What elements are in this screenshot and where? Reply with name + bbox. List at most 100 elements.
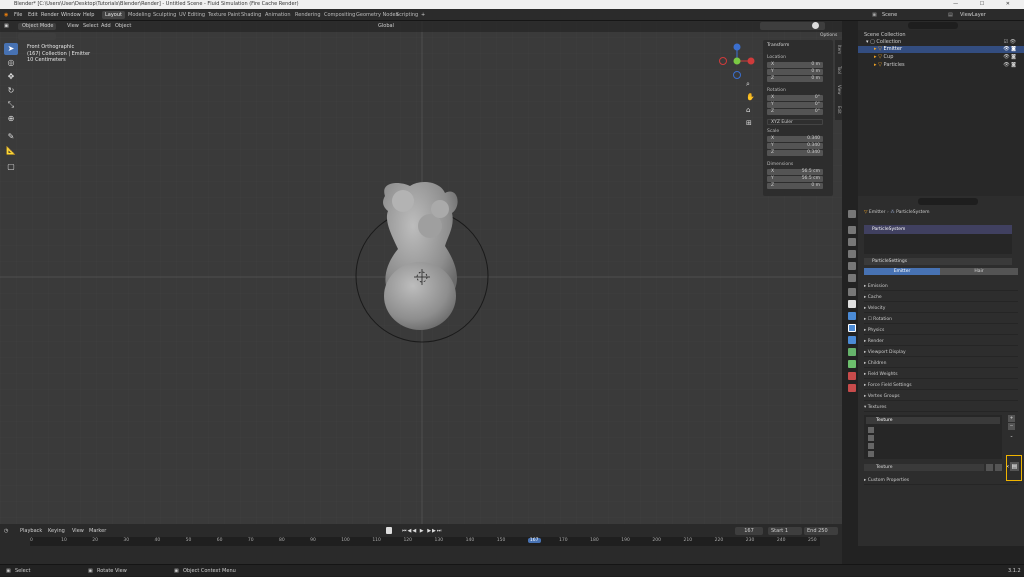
sidebar-tab-edit[interactable]: Edit [835,100,842,120]
current-frame-marker[interactable]: 167 [527,538,541,543]
tab-shading[interactable]: Shading [238,11,264,19]
solid-shading-icon[interactable] [812,22,819,29]
blender-logo-icon[interactable]: ◉ [4,9,8,21]
annotate-tool-icon[interactable]: ✎ [4,131,18,143]
section-emission[interactable]: ▸ Emission [864,282,1018,291]
physics-tab-icon[interactable] [848,336,856,344]
scene-tab-icon[interactable] [848,262,856,270]
transform-header[interactable]: Transform [767,43,789,48]
texture-slot-empty-4[interactable] [868,451,874,457]
timeline-menu-playback[interactable]: Playback [20,526,42,536]
menu-edit[interactable]: Edit [28,9,38,21]
transform-tool-icon[interactable]: ⊕ [4,113,18,125]
add-workspace-icon[interactable]: + [421,9,425,21]
start-frame-field[interactable]: Start 1 [768,527,802,535]
texture-specials-icon[interactable]: ⌄ [1008,433,1015,440]
texture-tab-icon[interactable] [848,384,856,392]
tab-animation[interactable]: Animation [262,11,294,19]
outliner-item-cup[interactable]: ▸ ▽ Cup 👁 ◙ [858,54,1024,61]
viewport-menu-select[interactable]: Select [83,21,98,32]
rotate-tool-icon[interactable]: ↻ [4,85,18,97]
sidebar-tab-item[interactable]: Item [835,40,842,60]
location-y-field[interactable]: Y0 m [767,69,823,75]
texture-datablock-selector[interactable]: Texture [864,464,984,471]
timeline-ruler[interactable]: 0 10 20 30 40 50 60 70 80 90 100 110 120 130 140 150 167… [30,537,820,546]
section-force-field-settings[interactable]: ▸ Force Field Settings [864,381,1018,390]
texture-slot-empty-3[interactable] [868,443,874,449]
fake-user-icon[interactable] [986,464,993,471]
outliner-item-emitter[interactable]: ▸ ▽ Emitter 👁 ◙ [858,46,1024,53]
outliner-item-collection[interactable]: ▾ ▢ Collection ☑ 👁 [866,39,1024,46]
sidebar-tab-tool[interactable]: Tool [835,60,842,80]
scale-x-field[interactable]: X 0.340 [767,136,823,142]
section-custom-properties[interactable]: ▸ Custom Properties [864,476,1018,485]
scale-tool-icon[interactable]: ⤡ [4,99,18,111]
render-tab-icon[interactable] [848,226,856,234]
playback-controls[interactable]: ⏮◀◀ ▶ ▶▶⏭ [402,526,442,536]
menu-help[interactable]: Help [83,9,94,21]
timeline-editor-type-icon[interactable]: ◷ [4,526,8,536]
type-emitter-button[interactable]: Emitter [864,268,940,275]
texture-slot-item[interactable]: Texture [866,417,1000,424]
particle-settings-selector[interactable]: ParticleSettings [864,258,1012,265]
viewport-menu-object[interactable]: Object [115,21,131,32]
timeline-menu-keying[interactable]: Keying [48,526,65,536]
tab-sculpting[interactable]: Sculpting [150,11,179,19]
section-cache[interactable]: ▸ Cache [864,293,1018,302]
texture-slot-empty-2[interactable] [868,435,874,441]
add-texture-slot-icon[interactable]: + [1008,415,1015,422]
output-tab-icon[interactable] [848,238,856,246]
view-layer-tab-icon[interactable] [848,250,856,258]
fluid-mesh[interactable] [383,181,458,330]
section-vertex-groups[interactable]: ▸ Vertex Groups [864,392,1018,401]
section-render[interactable]: ▸ Render [864,337,1018,346]
section-velocity[interactable]: ▸ Velocity [864,304,1018,313]
section-textures[interactable]: ▾ Textures [864,403,1018,412]
remove-texture-slot-icon[interactable]: − [1008,423,1015,430]
view-layer-name[interactable]: ViewLayer [960,9,986,21]
tool-tab-icon[interactable] [848,210,856,218]
cursor-tool-icon[interactable]: ◎ [4,57,18,69]
world-tab-icon[interactable] [848,274,856,282]
editor-type-icon[interactable]: ▣ [4,21,9,32]
section-physics[interactable]: ▸ Physics [864,326,1018,335]
data-tab-icon[interactable] [848,360,856,368]
select-box-tool-icon[interactable]: ➤ [4,43,18,55]
particles-tab-icon[interactable] [848,324,856,332]
menu-window[interactable]: Window [61,9,81,21]
viewport-canvas[interactable]: ⌕ ✋ ⌂ ⊞ [0,21,842,524]
dimensions-y-field[interactable]: Y 56.5 cm [767,176,823,182]
scene-name[interactable]: Scene [882,9,897,21]
section-viewport-display[interactable]: ▸ Viewport Display [864,348,1018,357]
timeline-menu-view[interactable]: View [72,526,84,536]
particle-system-list[interactable] [864,234,1012,254]
view-layer-icon[interactable]: ▤ [948,9,953,21]
location-z-field[interactable]: Z0 m [767,76,823,82]
rotation-mode-select[interactable]: XYZ Euler [767,119,823,125]
location-x-field[interactable]: X0 m [767,62,823,68]
move-tool-icon[interactable]: ✥ [4,71,18,83]
breadcrumb-particle-system[interactable]: ParticleSystem [896,210,929,215]
tab-rendering[interactable]: Rendering [292,11,324,19]
tab-uv-editing[interactable]: UV Editing [176,11,208,19]
rotation-z-field[interactable]: Z 0° [767,109,823,115]
constraints-tab-icon[interactable] [848,348,856,356]
3d-viewport[interactable]: ⌕ ✋ ⌂ ⊞ [0,21,842,524]
section-children[interactable]: ▸ Children [864,359,1018,368]
viewport-menu-view[interactable]: View [67,21,79,32]
mode-select[interactable]: Object Mode [18,23,56,30]
menu-file[interactable]: File [14,9,22,21]
measure-tool-icon[interactable]: 📐 [4,145,18,157]
type-hair-button[interactable]: Hair [940,268,1018,275]
duplicate-texture-icon[interactable] [995,464,1002,471]
outliner-item-particles[interactable]: ▸ ▽ Particles 👁 ◙ [858,62,1024,69]
rotation-x-field[interactable]: X 0° [767,95,823,101]
timeline-menu-marker[interactable]: Marker [89,526,106,536]
collection-tab-icon[interactable] [848,288,856,296]
breadcrumb-object[interactable]: Emitter [869,210,886,215]
record-icon[interactable] [386,527,392,534]
options-dropdown[interactable]: Options [820,33,837,38]
tab-scripting[interactable]: Scripting [393,11,421,19]
end-frame-field[interactable]: End 250 [804,527,838,535]
window-controls[interactable]: — ☐ ✕ [953,0,1020,9]
